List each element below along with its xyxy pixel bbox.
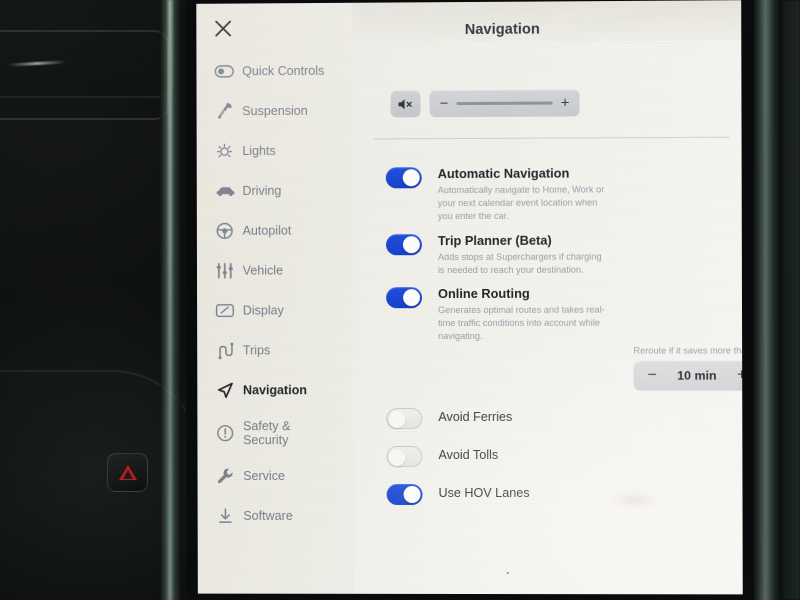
close-x-icon: [216, 20, 232, 37]
sidebar-nav-list: Quick Controls Suspension Lights Driving: [196, 51, 353, 536]
volume-fill: [456, 101, 553, 106]
sidebar-item-label: Software: [243, 508, 293, 523]
navigation-settings-list: Automatic Navigation Automatically navig…: [385, 164, 737, 352]
sidebar-item-software[interactable]: Software: [198, 496, 354, 536]
setting-text-block: Avoid Ferries: [438, 410, 512, 425]
setting-row-avoid-ferries: Avoid Ferries: [386, 406, 717, 430]
sidebar-item-autopilot[interactable]: Autopilot: [197, 210, 353, 250]
navigation-volume-row: − +: [390, 89, 580, 118]
dash-pillar-highlight-left: [168, 0, 172, 600]
volume-decrease-button[interactable]: −: [438, 95, 449, 112]
setting-title: Avoid Ferries: [438, 409, 513, 424]
setting-row-use-hov-lanes: Use HOV Lanes: [386, 482, 718, 505]
toggle-knob: [388, 411, 406, 429]
sidebar-item-label: Quick Controls: [242, 63, 325, 79]
setting-title: Avoid Tolls: [438, 447, 499, 462]
sidebar-item-service[interactable]: Service: [197, 456, 353, 496]
setting-row-avoid-tolls: Avoid Tolls: [386, 444, 717, 468]
volume-slider[interactable]: − +: [429, 89, 580, 118]
dashboard-vent-inner: [0, 30, 169, 120]
hazard-triangle-icon: [118, 465, 137, 480]
driving-car-icon: [215, 180, 239, 202]
sidebar-item-lights[interactable]: Lights: [197, 131, 353, 172]
volume-track[interactable]: [456, 101, 553, 106]
tesla-settings-screen: Navigation Quick Controls Suspension Lig: [196, 0, 743, 595]
screen-dust-speck: [506, 572, 509, 575]
reroute-label: Reroute if it saves more than: [633, 345, 743, 356]
sidebar-item-quick-controls[interactable]: Quick Controls: [196, 51, 352, 92]
speaker-muted-icon: [398, 98, 413, 109]
lights-icon: [215, 140, 239, 162]
sidebar-item-label: Trips: [242, 343, 271, 358]
trips-road-icon: [215, 339, 239, 361]
toggle-knob: [388, 449, 406, 467]
setting-row-online-routing: Online Routing Generates optimal routes …: [386, 284, 737, 343]
setting-title: Automatic Navigation: [437, 165, 570, 182]
reroute-threshold-block: Reroute if it saves more than − 10 min +: [633, 345, 743, 391]
setting-row-trip-planner: Trip Planner (Beta) Adds stops at Superc…: [385, 231, 737, 278]
dash-pillar-trim-right: [752, 0, 782, 600]
toggle-knob: [403, 486, 421, 503]
toggle-knob: [402, 235, 420, 253]
volume-increase-button[interactable]: +: [560, 94, 571, 111]
setting-description: Generates optimal routes and takes real-…: [438, 305, 605, 342]
download-icon: [215, 505, 239, 527]
sidebar-item-label: Autopilot: [242, 223, 292, 238]
sidebar-item-label: Driving: [242, 183, 282, 198]
suspension-icon: [214, 100, 238, 122]
display-screen-icon: [215, 300, 239, 322]
setting-text-block: Online Routing Generates optimal routes …: [438, 285, 608, 344]
sidebar-item-driving[interactable]: Driving: [197, 171, 353, 212]
setting-text-block: Trip Planner (Beta) Adds stops at Superc…: [438, 231, 608, 277]
setting-text-block: Use HOV Lanes: [439, 486, 530, 501]
setting-text-block: Avoid Tolls: [438, 448, 498, 463]
wrench-icon: [215, 465, 239, 487]
sidebar-item-label: Lights: [242, 143, 276, 158]
quick-controls-icon: [214, 60, 238, 82]
steering-wheel-icon: [215, 220, 239, 242]
navigation-arrow-icon: [215, 379, 239, 401]
toggle-automatic-navigation[interactable]: [385, 167, 422, 189]
sidebar-item-label: Suspension: [242, 103, 308, 119]
toggle-knob: [403, 289, 421, 307]
setting-description: Automatically navigate to Home, Work or …: [437, 184, 605, 222]
sidebar-item-label: Display: [242, 303, 284, 318]
sidebar-item-trips[interactable]: Trips: [197, 330, 353, 370]
sidebar-item-label: Vehicle: [242, 263, 284, 278]
toggle-use-hov-lanes[interactable]: [386, 484, 423, 505]
toggle-online-routing[interactable]: [386, 287, 423, 309]
setting-title: Online Routing: [437, 285, 530, 302]
setting-description: Adds stops at Superchargers if charging …: [437, 251, 602, 276]
mute-button[interactable]: [390, 90, 421, 118]
reroute-value: 10 min: [677, 368, 717, 383]
sidebar-item-label: Navigation: [242, 383, 308, 398]
photo-of-tesla-touchscreen: Navigation Quick Controls Suspension Lig: [0, 0, 800, 600]
page-title: Navigation: [464, 21, 540, 39]
setting-row-automatic-navigation: Automatic Navigation Automatically navig…: [385, 164, 737, 224]
screen-smudge: [611, 492, 659, 509]
safety-alert-icon: [215, 422, 239, 444]
toggle-avoid-ferries[interactable]: [386, 408, 423, 430]
setting-title: Use HOV Lanes: [438, 485, 530, 500]
setting-title: Trip Planner (Beta): [437, 232, 552, 248]
reroute-decrease-button[interactable]: −: [646, 367, 659, 384]
sidebar-item-label: Service: [243, 469, 285, 483]
hazard-lights-button[interactable]: [107, 453, 148, 492]
sidebar-item-suspension[interactable]: Suspension: [197, 91, 353, 132]
sidebar-item-safety-security[interactable]: Safety & Security: [197, 410, 353, 456]
sidebar-item-navigation[interactable]: Navigation: [197, 370, 353, 410]
setting-text-block: Automatic Navigation Automatically navig…: [438, 164, 608, 223]
sidebar-item-display[interactable]: Display: [197, 290, 353, 330]
toggle-trip-planner[interactable]: [385, 233, 422, 255]
close-button[interactable]: [210, 16, 236, 42]
sidebar-item-label: Safety & Security: [243, 419, 291, 448]
reroute-increase-button[interactable]: +: [735, 367, 743, 384]
navigation-preferences-list: Avoid Ferries Avoid Tolls Use HOV Lanes: [386, 406, 717, 520]
dash-pillar-highlight-right: [782, 0, 800, 600]
toggle-avoid-tolls[interactable]: [386, 446, 423, 468]
toggle-knob: [402, 169, 420, 187]
sidebar-item-vehicle[interactable]: Vehicle: [197, 250, 353, 290]
reroute-stepper[interactable]: − 10 min +: [633, 360, 743, 391]
sliders-icon: [215, 260, 239, 282]
